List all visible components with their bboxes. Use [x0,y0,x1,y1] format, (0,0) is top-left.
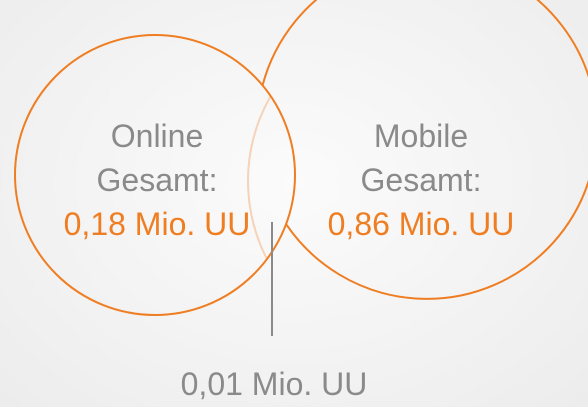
mobile-label: Mobile Gesamt: 0,86 Mio. UU [298,114,544,246]
mobile-title-line1: Mobile [373,118,469,154]
online-title-line2: Gesamt: [96,162,218,198]
online-value: 0,18 Mio. UU [63,206,251,242]
mobile-value: 0,86 Mio. UU [327,206,515,242]
online-title-line1: Online [110,118,204,154]
overlap-value: 0,01 Mio. UU [180,366,368,402]
venn-diagram: Online Gesamt: 0,18 Mio. UU Mobile Gesam… [0,0,588,407]
online-label: Online Gesamt: 0,18 Mio. UU [18,114,296,246]
mobile-title-line2: Gesamt: [360,162,482,198]
